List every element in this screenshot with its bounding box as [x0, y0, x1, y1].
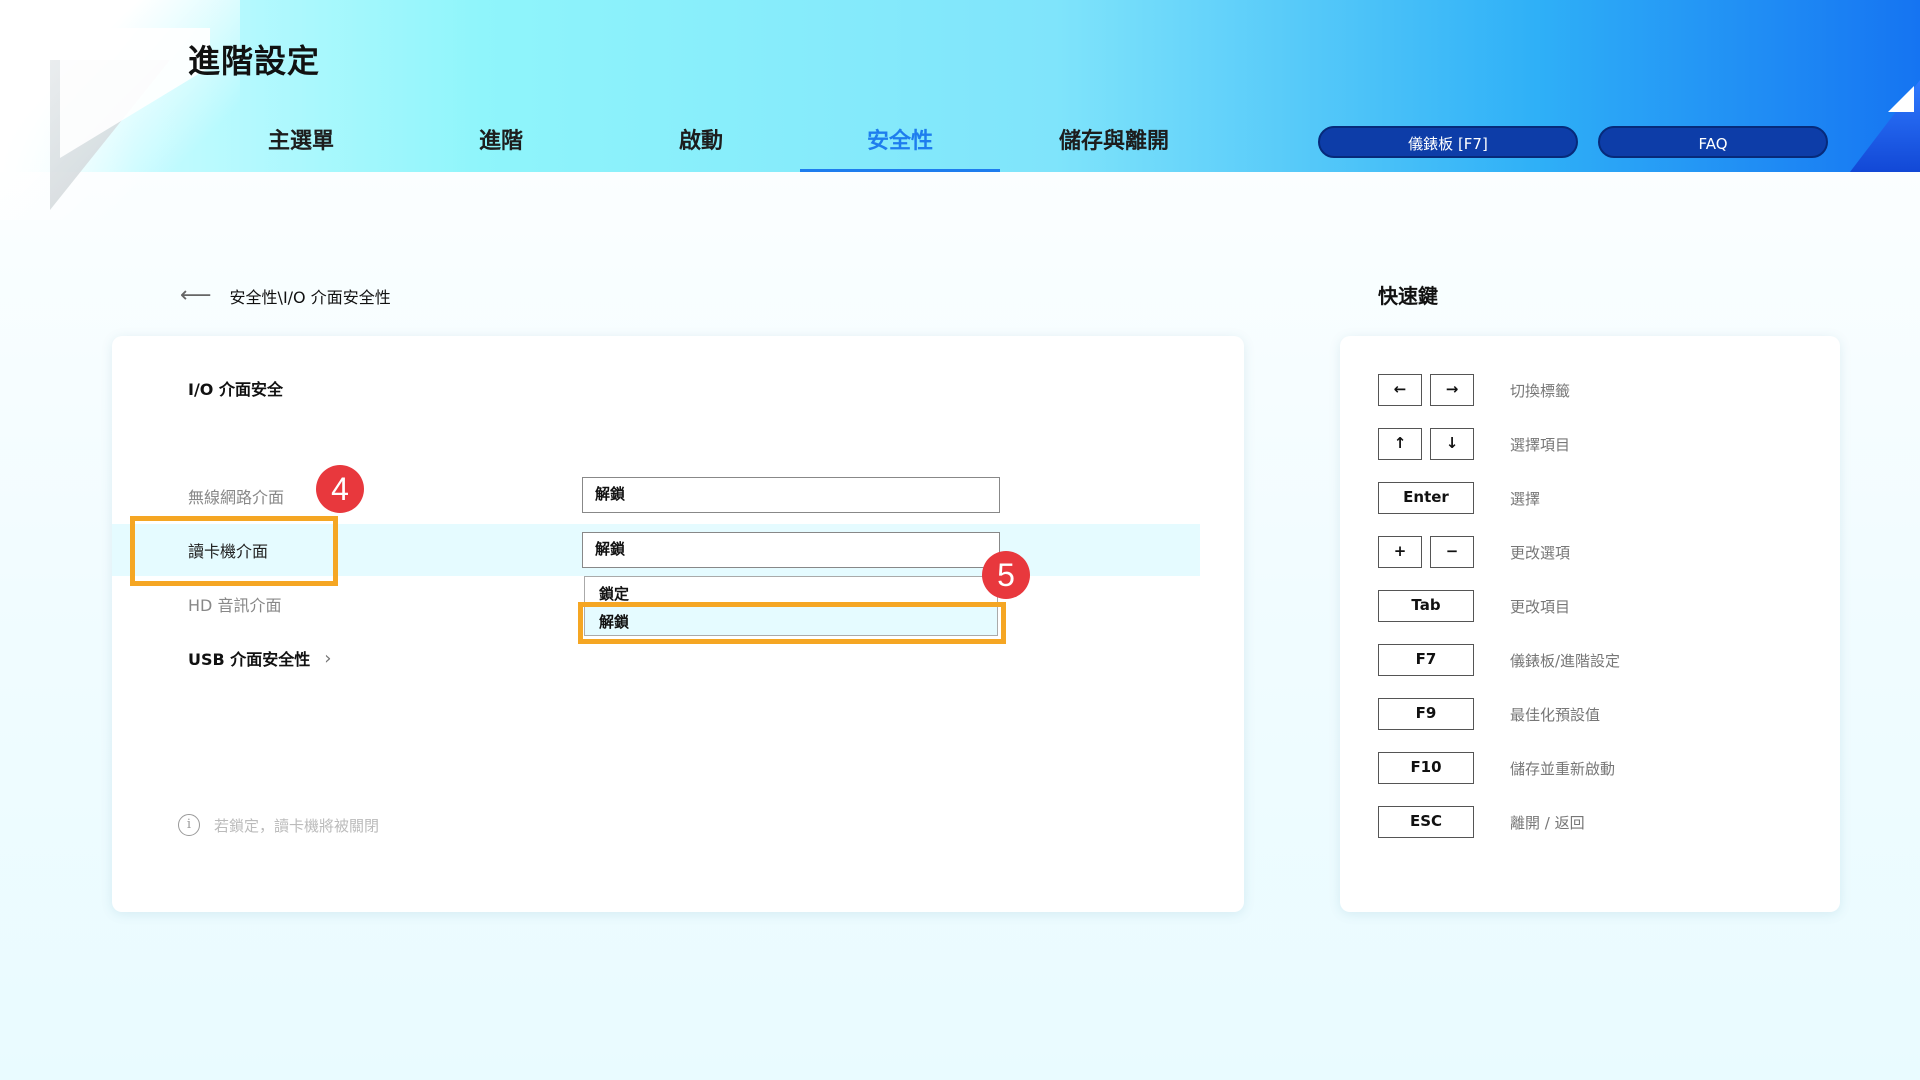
usb-security-label: USB 介面安全性: [188, 650, 311, 669]
annotation-box-unlock-option: [578, 602, 1006, 644]
key-enter: Enter: [1378, 482, 1474, 514]
hotkey-desc: 離開 / 返回: [1510, 814, 1585, 832]
annotation-badge-4: 4: [316, 465, 364, 513]
key-f10: F10: [1378, 752, 1474, 784]
section-title: I/O 介面安全: [188, 380, 283, 399]
breadcrumb: ⟵ 安全性\I/O 介面安全性: [180, 284, 391, 308]
key-down-arrow: ↓: [1430, 428, 1474, 460]
page-title: 進階設定: [188, 42, 321, 80]
info-note: i 若鎖定，讀卡機將被關閉: [178, 814, 379, 836]
tab-save-exit[interactable]: 儲存與離開: [1036, 124, 1192, 172]
hotkey-desc: 儀錶板/進階設定: [1510, 652, 1621, 670]
key-tab: Tab: [1378, 590, 1474, 622]
annotation-badge-5: 5: [982, 551, 1030, 599]
info-icon: i: [178, 814, 200, 836]
usb-security-link[interactable]: USB 介面安全性 ›: [188, 646, 332, 670]
breadcrumb-text: 安全性\I/O 介面安全性: [229, 288, 391, 307]
hotkey-desc: 更改項目: [1510, 598, 1571, 616]
hotkey-desc: 選擇項目: [1510, 436, 1571, 454]
hotkey-desc: 更改選項: [1510, 544, 1571, 562]
hotkey-desc: 切換標籤: [1510, 382, 1571, 400]
key-minus: −: [1430, 536, 1474, 568]
hotkey-desc: 選擇: [1510, 490, 1541, 508]
key-plus: +: [1378, 536, 1422, 568]
tab-advanced[interactable]: 進階: [436, 124, 566, 172]
faq-button[interactable]: FAQ: [1598, 126, 1828, 158]
hotkeys-title: 快速鍵: [1378, 284, 1438, 308]
tab-main-menu[interactable]: 主選單: [236, 124, 366, 172]
wireless-interface-label: 無線網路介面: [188, 488, 285, 507]
card-reader-interface-select[interactable]: 解鎖: [582, 532, 1000, 568]
hotkey-desc: 儲存並重新啟動: [1510, 760, 1616, 778]
key-right-arrow: →: [1430, 374, 1474, 406]
info-text: 若鎖定，讀卡機將被關閉: [214, 816, 380, 835]
chevron-right-icon: ›: [324, 647, 332, 669]
key-f7: F7: [1378, 644, 1474, 676]
key-f9: F9: [1378, 698, 1474, 730]
tab-boot[interactable]: 啟動: [636, 124, 766, 172]
hotkey-desc: 最佳化預設值: [1510, 706, 1601, 724]
tab-security[interactable]: 安全性: [800, 124, 1000, 172]
back-arrow-icon[interactable]: ⟵: [180, 285, 212, 307]
hd-audio-interface-label: HD 音訊介面: [188, 596, 282, 615]
key-left-arrow: ←: [1378, 374, 1422, 406]
annotation-box-card-reader: [130, 516, 338, 586]
wireless-interface-select[interactable]: 解鎖: [582, 477, 1000, 513]
key-up-arrow: ↑: [1378, 428, 1422, 460]
dashboard-button[interactable]: 儀錶板 [F7]: [1318, 126, 1578, 158]
key-esc: ESC: [1378, 806, 1474, 838]
dropdown-option-lock[interactable]: 鎖定: [599, 583, 629, 604]
